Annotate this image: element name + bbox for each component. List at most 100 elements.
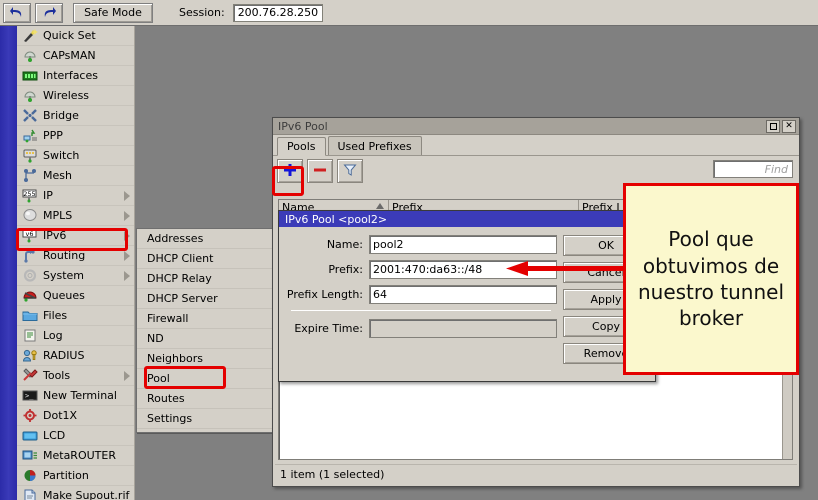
metarouter-icon — [21, 448, 39, 464]
form-row: Prefix Length:64 — [285, 285, 557, 304]
partition-icon — [21, 468, 39, 484]
submenu-item-label: Settings — [147, 412, 192, 425]
filter-button[interactable] — [337, 159, 363, 183]
menu-item-routing[interactable]: Routing — [17, 246, 134, 266]
menu-item-interfaces[interactable]: Interfaces — [17, 66, 134, 86]
remove-pool-button[interactable] — [307, 159, 333, 183]
menu-item-lcd[interactable]: LCD — [17, 426, 134, 446]
menu-item-label: Dot1X — [43, 409, 77, 422]
apply-button-label: Apply — [590, 293, 621, 306]
prefix-length-input[interactable]: 64 — [369, 285, 557, 304]
name-input[interactable]: pool2 — [369, 235, 557, 254]
submenu-item-dhcp-relay[interactable]: DHCP Relay — [137, 269, 273, 289]
remove-button-label: Remove — [584, 347, 629, 360]
menu-item-partition[interactable]: Partition — [17, 466, 134, 486]
menu-item-ip[interactable]: 255 IP — [17, 186, 134, 206]
menu-item-label: System — [43, 269, 84, 282]
field-label: Prefix Length: — [285, 288, 369, 301]
menu-item-make-supout-rif[interactable]: Make Supout.rif — [17, 486, 134, 500]
session-label: Session: — [179, 6, 225, 19]
menu-item-queues[interactable]: Queues — [17, 286, 134, 306]
menu-item-label: IPv6 — [43, 229, 66, 242]
dot1x-icon — [21, 408, 39, 424]
tab-pools[interactable]: Pools — [277, 137, 326, 156]
submenu-item-label: Pool — [147, 372, 170, 385]
menu-item-mpls[interactable]: MPLS — [17, 206, 134, 226]
tab-label: Pools — [287, 140, 316, 153]
bridge-icon — [21, 108, 39, 124]
session-address-field[interactable]: 200.76.28.250 — [233, 4, 323, 22]
menu-item-switch[interactable]: Switch — [17, 146, 134, 166]
submenu-item-nd[interactable]: ND — [137, 329, 273, 349]
menu-item-dot1x[interactable]: Dot1X — [17, 406, 134, 426]
menu-item-label: PPP — [43, 129, 63, 142]
submenu-item-neighbors[interactable]: Neighbors — [137, 349, 273, 369]
chevron-right-icon — [124, 231, 130, 241]
close-icon[interactable]: ✕ — [782, 120, 796, 133]
expire-time-input — [369, 319, 557, 338]
submenu-item-label: Routes — [147, 392, 185, 405]
session-address-value: 200.76.28.250 — [238, 6, 318, 19]
submenu-item-label: DHCP Client — [147, 252, 213, 265]
menu-item-label: Routing — [43, 249, 85, 262]
pool-edit-dialog-titlebar[interactable]: IPv6 Pool <pool2> — [279, 211, 655, 227]
svg-text:255: 255 — [23, 190, 35, 198]
form-row: Expire Time: — [285, 319, 557, 338]
undo-button[interactable] — [3, 3, 31, 23]
menu-item-system[interactable]: System — [17, 266, 134, 286]
ipv6-pool-window-titlebar[interactable]: IPv6 Pool ✕ — [273, 118, 799, 135]
plus-icon — [283, 163, 297, 180]
pool-edit-dialog-body: Name:pool2Prefix:2001:470:da63::/48Prefi… — [279, 227, 655, 376]
menu-item-label: Queues — [43, 289, 85, 302]
ipv6-pool-toolbar: Find — [273, 156, 799, 186]
maximize-icon[interactable] — [766, 120, 780, 133]
minus-icon — [313, 163, 327, 180]
submenu-item-firewall[interactable]: Firewall — [137, 309, 273, 329]
field-label: Prefix: — [285, 263, 369, 276]
menu-item-bridge[interactable]: Bridge — [17, 106, 134, 126]
submenu-item-label: Addresses — [147, 232, 203, 245]
menu-item-ppp[interactable]: PPP — [17, 126, 134, 146]
chevron-right-icon — [124, 191, 130, 201]
log-icon — [21, 328, 39, 344]
ok-button-label: OK — [598, 239, 614, 252]
menu-item-metarouter[interactable]: MetaROUTER — [17, 446, 134, 466]
queues-icon — [21, 288, 39, 304]
submenu-item-addresses[interactable]: Addresses — [137, 229, 273, 249]
tab-label: Used Prefixes — [338, 140, 412, 153]
menu-item-quick-set[interactable]: Quick Set — [17, 26, 134, 46]
menu-item-log[interactable]: Log — [17, 326, 134, 346]
safe-mode-button[interactable]: Safe Mode — [73, 3, 153, 23]
menu-item-tools[interactable]: Tools — [17, 366, 134, 386]
submenu-item-dhcp-server[interactable]: DHCP Server — [137, 289, 273, 309]
add-pool-button[interactable] — [277, 159, 303, 183]
menu-item-mesh[interactable]: Mesh — [17, 166, 134, 186]
find-input[interactable]: Find — [713, 160, 793, 178]
chevron-right-icon — [124, 271, 130, 281]
menu-item-capsman[interactable]: CAPsMAN — [17, 46, 134, 66]
menu-item-radius[interactable]: RADIUS — [17, 346, 134, 366]
menu-item-label: Interfaces — [43, 69, 98, 82]
mesh-icon — [21, 168, 39, 184]
menu-item-ipv6[interactable]: v6 IPv6 — [17, 226, 134, 246]
antenna-icon — [21, 88, 39, 104]
submenu-item-pool[interactable]: Pool — [137, 369, 273, 389]
ipv6-icon: v6 — [21, 228, 39, 244]
menu-item-label: Make Supout.rif — [43, 489, 129, 500]
menu-item-new-terminal[interactable]: >_New Terminal — [17, 386, 134, 406]
prefix-input[interactable]: 2001:470:da63::/48 — [369, 260, 557, 279]
submenu-item-routes[interactable]: Routes — [137, 389, 273, 409]
system-gear-icon — [21, 268, 39, 284]
submenu-item-dhcp-client[interactable]: DHCP Client — [137, 249, 273, 269]
menu-item-wireless[interactable]: Wireless — [17, 86, 134, 106]
tab-used-prefixes[interactable]: Used Prefixes — [328, 136, 422, 155]
submenu-item-settings[interactable]: Settings — [137, 409, 273, 429]
safe-mode-label: Safe Mode — [84, 6, 142, 19]
redo-button[interactable] — [35, 3, 63, 23]
menu-item-label: LCD — [43, 429, 65, 442]
menu-item-label: IP — [43, 189, 53, 202]
chevron-right-icon — [124, 371, 130, 381]
menu-item-files[interactable]: Files — [17, 306, 134, 326]
copy-button-label: Copy — [592, 320, 620, 333]
submenu-item-label: DHCP Server — [147, 292, 218, 305]
